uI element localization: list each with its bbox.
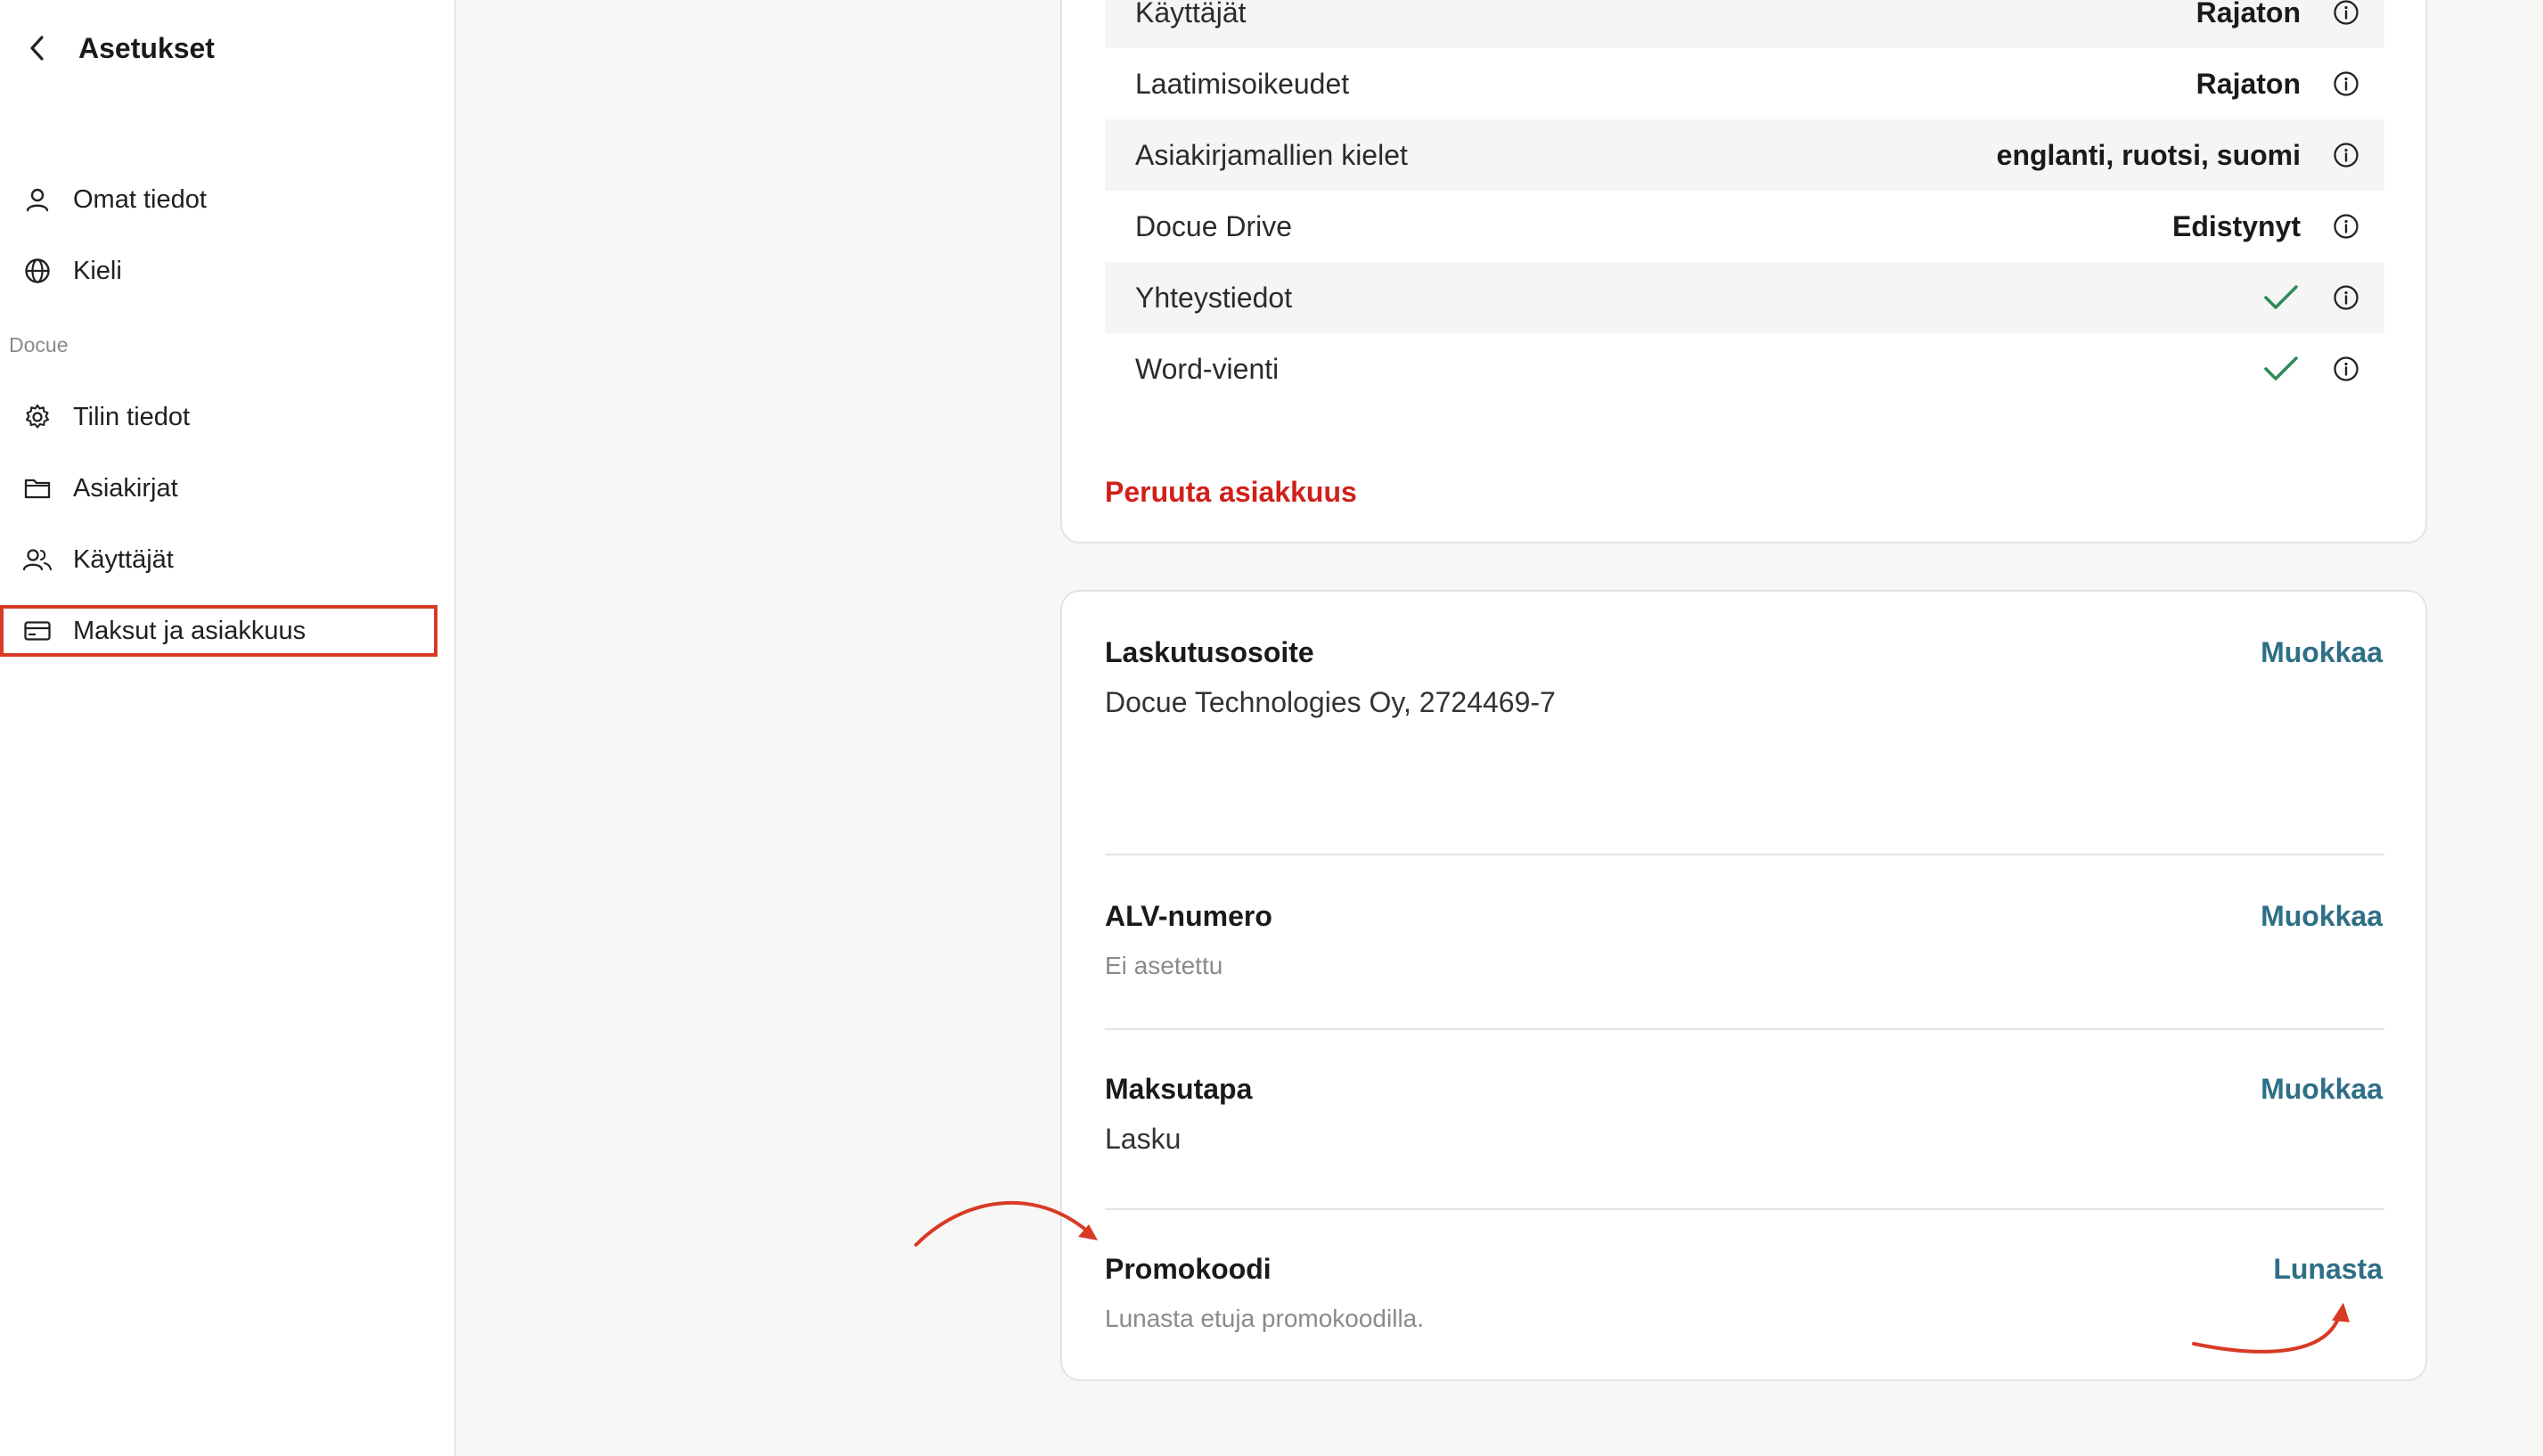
feature-value: englanti, ruotsi, suomi	[1996, 138, 2301, 171]
vat-number-title: ALV-numero	[1105, 900, 1272, 932]
info-icon[interactable]	[2331, 282, 2361, 313]
billing-details-card: Laskutusosoite Muokkaa Docue Technologie…	[1060, 590, 2427, 1381]
feature-label: Käyttäjät	[1135, 0, 1247, 29]
feature-label: Word-vienti	[1135, 352, 1280, 385]
promo-code-title: Promokoodi	[1105, 1253, 1272, 1285]
back-arrow-icon[interactable]	[21, 32, 53, 64]
sidebar-item-tilin-tiedot[interactable]: Tilin tiedot	[0, 391, 438, 443]
info-icon[interactable]	[2331, 354, 2361, 384]
sidebar-item-kayttajat[interactable]: Käyttäjät	[0, 534, 438, 585]
feature-row-asiakirjamallien-kielet: Asiakirjamallien kielet englanti, ruotsi…	[1105, 119, 2384, 191]
feature-row-yhteystiedot: Yhteystiedot	[1105, 262, 2384, 333]
credit-card-icon	[21, 615, 53, 647]
divider	[1105, 1208, 2384, 1210]
feature-value: Edistynyt	[2171, 209, 2301, 242]
sidebar-item-asiakirjat[interactable]: Asiakirjat	[0, 462, 438, 514]
sidebar-section-label: Docue	[9, 333, 69, 356]
sidebar-item-label: Asiakirjat	[73, 473, 178, 503]
vat-number-value: Ei asetettu	[1105, 952, 1223, 979]
feature-label: Asiakirjamallien kielet	[1135, 138, 1408, 171]
checkmark-icon	[2263, 284, 2299, 311]
feature-value: Rajaton	[2195, 67, 2301, 100]
divider	[1105, 854, 2384, 855]
folder-icon	[21, 472, 53, 504]
sidebar-item-kieli[interactable]: Kieli	[0, 245, 438, 297]
globe-icon	[21, 255, 53, 287]
users-icon	[21, 544, 53, 576]
payment-method-value: Lasku	[1105, 1123, 1182, 1155]
sidebar-title: Asetukset	[78, 31, 215, 64]
plan-features-card: Käyttäjät Rajaton Laatimisoikeudet Rajat…	[1060, 0, 2427, 544]
feature-row-kayttajat: Käyttäjät Rajaton	[1105, 0, 2384, 48]
redeem-promo-code-button[interactable]: Lunasta	[2273, 1253, 2383, 1286]
settings-sidebar: Asetukset Omat tiedot Kieli Docue Tilin …	[0, 0, 456, 1456]
edit-billing-address-button[interactable]: Muokkaa	[2261, 636, 2383, 669]
feature-label: Laatimisoikeudet	[1135, 67, 1350, 100]
sidebar-item-label: Omat tiedot	[73, 184, 207, 214]
gear-icon	[21, 401, 53, 433]
user-icon	[21, 184, 53, 216]
checkmark-icon	[2263, 356, 2299, 382]
edit-payment-method-button[interactable]: Muokkaa	[2261, 1073, 2383, 1106]
sidebar-item-label: Maksut ja asiakkuus	[73, 616, 307, 645]
sidebar-item-omat-tiedot[interactable]: Omat tiedot	[0, 174, 438, 225]
feature-row-word-vienti: Word-vienti	[1105, 333, 2384, 405]
payment-method-title: Maksutapa	[1105, 1073, 1253, 1105]
feature-label: Yhteystiedot	[1135, 281, 1293, 314]
sidebar-item-label: Käyttäjät	[73, 544, 174, 574]
info-icon[interactable]	[2331, 140, 2361, 170]
cancel-subscription-link[interactable]: Peruuta asiakkuus	[1105, 476, 1357, 509]
sidebar-header: Asetukset	[21, 25, 215, 71]
feature-row-laatimisoikeudet: Laatimisoikeudet Rajaton	[1105, 48, 2384, 119]
info-icon[interactable]	[2331, 211, 2361, 241]
edit-vat-number-button[interactable]: Muokkaa	[2261, 900, 2383, 933]
feature-value: Rajaton	[2195, 0, 2301, 29]
sidebar-item-label: Tilin tiedot	[73, 402, 191, 431]
info-icon[interactable]	[2331, 69, 2361, 99]
billing-address-value: Docue Technologies Oy, 2724469-7	[1105, 686, 1556, 718]
sidebar-item-label: Kieli	[73, 256, 122, 285]
sidebar-item-maksut-ja-asiakkuus[interactable]: Maksut ja asiakkuus	[0, 605, 437, 657]
feature-label: Docue Drive	[1135, 209, 1293, 242]
feature-row-docue-drive: Docue Drive Edistynyt	[1105, 191, 2384, 262]
divider	[1105, 1028, 2384, 1030]
billing-address-title: Laskutusosoite	[1105, 636, 1314, 668]
promo-code-description: Lunasta etuja promokoodilla.	[1105, 1305, 1425, 1332]
info-icon[interactable]	[2331, 0, 2361, 28]
